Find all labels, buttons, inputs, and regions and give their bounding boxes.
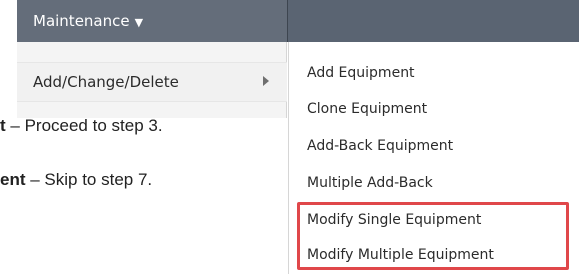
caret-down-icon: ▼ <box>134 15 144 29</box>
document-line-2-text: – Skip to step 7. <box>25 170 153 189</box>
menu-maintenance[interactable]: Maintenance ▼ <box>17 0 287 42</box>
submenu-item-add-equipment[interactable]: Add Equipment <box>307 65 415 81</box>
add-change-delete-label: Add/Change/Delete <box>33 73 179 91</box>
submenu-item-add-back-equipment[interactable]: Add-Back Equipment <box>307 138 453 154</box>
highlight-annotation-box <box>297 202 569 270</box>
top-menubar: Maintenance ▼ <box>17 0 579 42</box>
menu-maintenance-label: Maintenance <box>33 12 130 30</box>
document-line-1-text: – Proceed to step 3. <box>5 116 163 135</box>
submenu-item-multiple-add-back[interactable]: Multiple Add-Back <box>307 175 433 191</box>
maintenance-dropdown: Add/Change/Delete <box>17 42 287 118</box>
menu-item-add-change-delete[interactable]: Add/Change/Delete <box>17 62 287 102</box>
chevron-right-icon <box>263 76 269 86</box>
document-line-2-bold: ent <box>0 170 26 189</box>
document-line-step-3: t – Proceed to step 3. <box>0 116 163 136</box>
submenu-item-clone-equipment[interactable]: Clone Equipment <box>307 101 427 117</box>
menubar-divider <box>287 0 288 42</box>
document-line-step-7: ent – Skip to step 7. <box>0 170 152 190</box>
